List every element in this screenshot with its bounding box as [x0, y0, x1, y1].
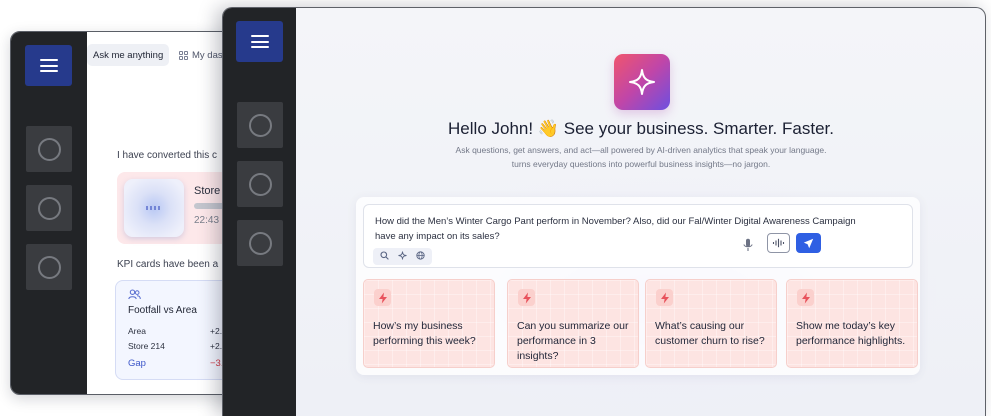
subtitle-line-1: Ask questions, get answers, and act—all … — [455, 145, 827, 155]
page-title: Hello John! 👋 See your business. Smarter… — [296, 119, 985, 139]
lightning-icon — [797, 289, 814, 306]
circle-icon — [248, 231, 272, 255]
lightning-icon — [374, 289, 391, 306]
suggestion-text: What’s causing our customer churn to ris… — [655, 320, 765, 347]
prompt-tools — [373, 248, 432, 265]
circle-icon — [248, 113, 272, 137]
grid-icon — [179, 50, 188, 60]
prompt-input[interactable]: How did the Men’s Winter Cargo Pant perf… — [363, 204, 913, 268]
store-thumbnail — [124, 179, 184, 237]
nav-item-2[interactable] — [237, 161, 283, 207]
kpi-row-label: Gap — [128, 358, 146, 369]
kpi-row-value: +2. — [210, 341, 223, 351]
wave-icon: 👋 — [537, 119, 559, 138]
users-icon — [128, 289, 141, 303]
suggestion-card-2[interactable]: Can you summarize our performance in 3 i… — [507, 279, 639, 368]
prompt-text-line-2: have any impact on its sales? — [375, 231, 500, 242]
suggestion-card-4[interactable]: Show me today’s key performance highligh… — [786, 279, 918, 368]
lightning-icon — [656, 289, 673, 306]
chat-message: I have converted this c — [117, 150, 218, 161]
back-nav-item-1[interactable] — [26, 126, 72, 172]
globe-icon[interactable] — [415, 251, 425, 262]
suggestion-text: Show me today’s key performance highligh… — [796, 320, 906, 347]
prompt-text-line-1: How did the Men’s Winter Cargo Pant perf… — [375, 216, 856, 227]
tab-label: Ask me anything — [93, 49, 164, 61]
kpi-row-label: Area — [128, 326, 146, 336]
tab-ask-me-anything[interactable]: Ask me anything — [87, 44, 170, 66]
circle-icon — [37, 255, 61, 279]
nav-item-3[interactable] — [237, 220, 283, 266]
greeting: Hello John! — [448, 119, 534, 138]
back-app-window: Ask me anything My das I have converted … — [10, 31, 242, 395]
suggestion-text: Can you summarize our performance in 3 i… — [517, 320, 629, 362]
hamburger-icon — [39, 59, 58, 72]
nav-item-1[interactable] — [237, 102, 283, 148]
kpi-card-title: Footfall vs Area — [128, 305, 197, 316]
sidebar — [223, 8, 296, 416]
store-card-time: 22:43 — [194, 215, 220, 226]
waveform-icon — [772, 238, 785, 248]
back-menu-button[interactable] — [25, 45, 72, 86]
send-icon — [803, 238, 814, 248]
main-content: Hello John! 👋 See your business. Smarter… — [296, 8, 985, 416]
hamburger-icon — [250, 35, 269, 48]
back-main-content: Ask me anything My das I have converted … — [87, 32, 241, 394]
tab-label: My das — [192, 49, 223, 61]
circle-icon — [248, 172, 272, 196]
tagline: See your business. Smarter. Faster. — [563, 119, 834, 138]
back-sidebar — [11, 32, 87, 394]
front-app-window: Hello John! 👋 See your business. Smarter… — [222, 7, 986, 416]
search-icon[interactable] — [380, 251, 390, 262]
subtitle-line-2: turns everyday questions into powerful b… — [511, 159, 771, 169]
kpi-row-label: Store 214 — [128, 341, 165, 351]
back-nav-item-2[interactable] — [26, 185, 72, 231]
circle-icon — [37, 196, 61, 220]
lightning-icon — [518, 289, 535, 306]
kpi-row-value: +2. — [210, 326, 223, 336]
menu-button[interactable] — [236, 21, 283, 62]
send-button[interactable] — [796, 233, 821, 253]
circle-icon — [37, 137, 61, 161]
store-card-title: Store — [194, 185, 221, 197]
chat-message: KPI cards have been a — [117, 259, 219, 270]
sparkle-icon[interactable] — [398, 251, 407, 262]
chat-panel: How did the Men’s Winter Cargo Pant perf… — [356, 197, 920, 375]
suggestion-card-3[interactable]: What’s causing our customer churn to ris… — [645, 279, 777, 368]
tab-my-dashboard[interactable]: My das — [179, 44, 223, 66]
suggestion-card-1[interactable]: How’s my business performing this week? — [363, 279, 495, 368]
voice-mode-button[interactable] — [767, 233, 790, 253]
sparkle-logo-icon — [614, 54, 670, 110]
suggestion-text: How’s my business performing this week? — [373, 320, 476, 347]
microphone-icon[interactable] — [743, 238, 753, 257]
back-nav-item-3[interactable] — [26, 244, 72, 290]
